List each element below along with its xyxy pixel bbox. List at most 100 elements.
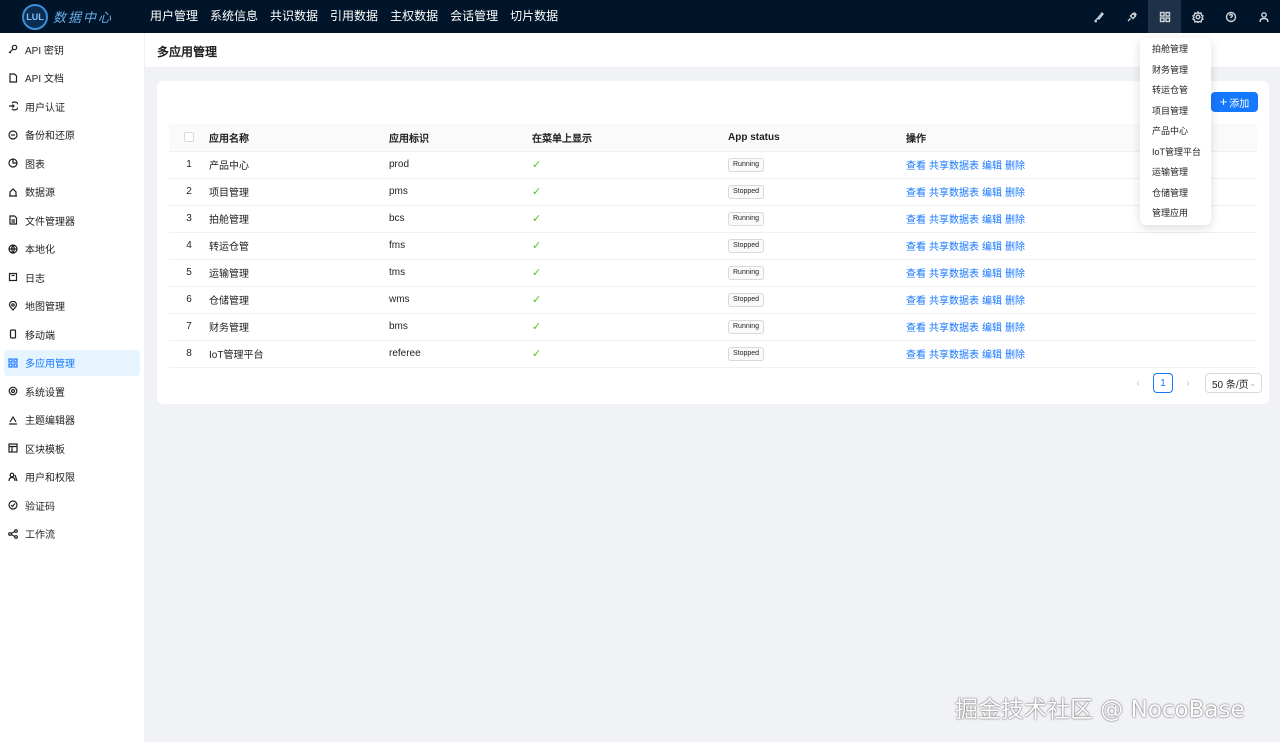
app-menu-item[interactable]: 项目管理	[1140, 101, 1211, 122]
user-menu-button[interactable]	[1247, 0, 1280, 33]
topnav-item-system-info[interactable]: 系统信息	[204, 0, 264, 33]
next-page-button[interactable]: ›	[1181, 378, 1195, 389]
manage-apps-menu-item[interactable]: 管理应用	[1140, 203, 1211, 224]
top-nav-menu: 用户管理 系统信息 共识数据 引用数据 主权数据 会话管理 切片数据	[150, 0, 564, 33]
view-link[interactable]: 查看	[906, 296, 926, 307]
app-menu-item[interactable]: IoT管理平台	[1140, 142, 1211, 163]
column-header-name[interactable]: 应用标识	[389, 124, 532, 152]
delete-link[interactable]: 删除	[1005, 215, 1025, 226]
column-header-title[interactable]: 应用名称	[209, 124, 389, 152]
sidebar-item-data-sources[interactable]: 数据源	[4, 179, 140, 205]
app-menu-item[interactable]: 运输管理	[1140, 162, 1211, 183]
sidebar-item-mobile[interactable]: 移动端	[4, 321, 140, 347]
show-in-menu-cell: ✓	[532, 178, 728, 206]
share-collections-link[interactable]: 共享数据表	[929, 296, 979, 307]
sidebar-item-charts[interactable]: 图表	[4, 150, 140, 176]
sidebar-item-users-permissions[interactable]: 用户和权限	[4, 464, 140, 490]
backup-icon	[8, 129, 18, 140]
topnav-item-users[interactable]: 用户管理	[150, 0, 204, 33]
column-header-status[interactable]: App status	[728, 124, 906, 152]
sidebar-item-theme-editor[interactable]: 主题编辑器	[4, 407, 140, 433]
edit-link[interactable]: 编辑	[982, 161, 1002, 172]
topnav-item-reference-data[interactable]: 引用数据	[324, 0, 384, 33]
add-button[interactable]: + 添加	[1211, 92, 1258, 112]
edit-link[interactable]: 编辑	[982, 188, 1002, 199]
topnav-item-sessions[interactable]: 会话管理	[444, 0, 504, 33]
select-all-checkbox[interactable]	[184, 132, 194, 143]
prev-page-button[interactable]: ‹	[1131, 378, 1145, 389]
edit-link[interactable]: 编辑	[982, 350, 1002, 361]
view-link[interactable]: 查看	[906, 242, 926, 253]
sidebar-item-api-docs[interactable]: API 文档	[4, 65, 140, 91]
settings-button[interactable]	[1181, 0, 1214, 33]
edit-link[interactable]: 编辑	[982, 269, 1002, 280]
sidebar-item-label: 工作流	[25, 530, 55, 541]
sidebar-item-file-manager[interactable]: 文件管理器	[4, 207, 140, 233]
topnav-item-slice-data[interactable]: 切片数据	[504, 0, 564, 33]
help-button[interactable]	[1214, 0, 1247, 33]
app-menu-item[interactable]: 仓储管理	[1140, 183, 1211, 204]
delete-link[interactable]: 删除	[1005, 296, 1025, 307]
sidebar-item-backup[interactable]: 备份和还原	[4, 122, 140, 148]
delete-link[interactable]: 删除	[1005, 269, 1025, 280]
sidebar-item-system-settings[interactable]: 系统设置	[4, 378, 140, 404]
share-collections-link[interactable]: 共享数据表	[929, 242, 979, 253]
app-menu-item[interactable]: 转运仓管	[1140, 80, 1211, 101]
sidebar-item-auth[interactable]: 用户认证	[4, 93, 140, 119]
share-collections-link[interactable]: 共享数据表	[929, 161, 979, 172]
column-header-menu[interactable]: 在菜单上显示	[532, 124, 728, 152]
row-index: 4	[169, 232, 209, 260]
brand-logo[interactable]: LUL 数据中心	[22, 3, 150, 30]
view-link[interactable]: 查看	[906, 188, 926, 199]
edit-link[interactable]: 编辑	[982, 215, 1002, 226]
sidebar-item-logs[interactable]: 日志	[4, 264, 140, 290]
view-link[interactable]: 查看	[906, 323, 926, 334]
app-title-cell: 产品中心	[209, 151, 389, 179]
edit-link[interactable]: 编辑	[982, 242, 1002, 253]
sidebar-item-block-templates[interactable]: 区块模板	[4, 435, 140, 461]
topnav-item-consensus-data[interactable]: 共识数据	[264, 0, 324, 33]
check-icon: ✓	[532, 213, 542, 225]
view-link[interactable]: 查看	[906, 350, 926, 361]
edit-link[interactable]: 编辑	[982, 296, 1002, 307]
delete-link[interactable]: 删除	[1005, 323, 1025, 334]
share-collections-link[interactable]: 共享数据表	[929, 323, 979, 334]
topnav-item-sovereign-data[interactable]: 主权数据	[384, 0, 444, 33]
page-number-1[interactable]: 1	[1153, 373, 1173, 393]
share-collections-link[interactable]: 共享数据表	[929, 188, 979, 199]
table-row: 6 仓储管理 wms ✓ Stopped 查看 共享数据表 编辑 删除	[169, 286, 1257, 314]
check-icon: ✓	[532, 348, 542, 360]
sidebar-item-api-keys[interactable]: API 密钥	[4, 36, 140, 62]
view-link[interactable]: 查看	[906, 161, 926, 172]
sidebar-item-verification[interactable]: 验证码	[4, 492, 140, 518]
plugin-manager-button[interactable]	[1115, 0, 1148, 33]
sidebar-item-localization[interactable]: 本地化	[4, 236, 140, 262]
page-size-select[interactable]: 50 条/页 ⌄	[1205, 373, 1262, 393]
delete-link[interactable]: 删除	[1005, 188, 1025, 199]
sidebar-item-map[interactable]: 地图管理	[4, 293, 140, 319]
view-link[interactable]: 查看	[906, 269, 926, 280]
sidebar-item-label: 本地化	[25, 245, 55, 256]
delete-link[interactable]: 删除	[1005, 350, 1025, 361]
sidebar-item-label: 地图管理	[25, 302, 65, 313]
share-collections-link[interactable]: 共享数据表	[929, 350, 979, 361]
theme-brush-button[interactable]	[1082, 0, 1115, 33]
share-collections-link[interactable]: 共享数据表	[929, 269, 979, 280]
status-badge: Stopped	[728, 346, 765, 361]
delete-link[interactable]: 删除	[1005, 242, 1025, 253]
app-name-cell: fms	[389, 232, 532, 260]
delete-link[interactable]: 删除	[1005, 161, 1025, 172]
edit-link[interactable]: 编辑	[982, 323, 1002, 334]
apps-grid-button[interactable]	[1148, 0, 1181, 33]
view-link[interactable]: 查看	[906, 215, 926, 226]
app-menu-item[interactable]: 财务管理	[1140, 60, 1211, 81]
actions-cell: 查看 共享数据表 编辑 删除	[906, 286, 1257, 314]
sidebar-item-multi-app[interactable]: 多应用管理	[4, 349, 140, 376]
watermark: 掘金技术社区 @ NocoBase	[955, 697, 1245, 723]
status-badge: Stopped	[728, 292, 765, 307]
share-collections-link[interactable]: 共享数据表	[929, 215, 979, 226]
status-cell: Running	[728, 205, 906, 233]
app-menu-item[interactable]: 拍舱管理	[1140, 39, 1211, 60]
sidebar-item-workflow[interactable]: 工作流	[4, 521, 140, 547]
app-menu-item[interactable]: 产品中心	[1140, 121, 1211, 142]
